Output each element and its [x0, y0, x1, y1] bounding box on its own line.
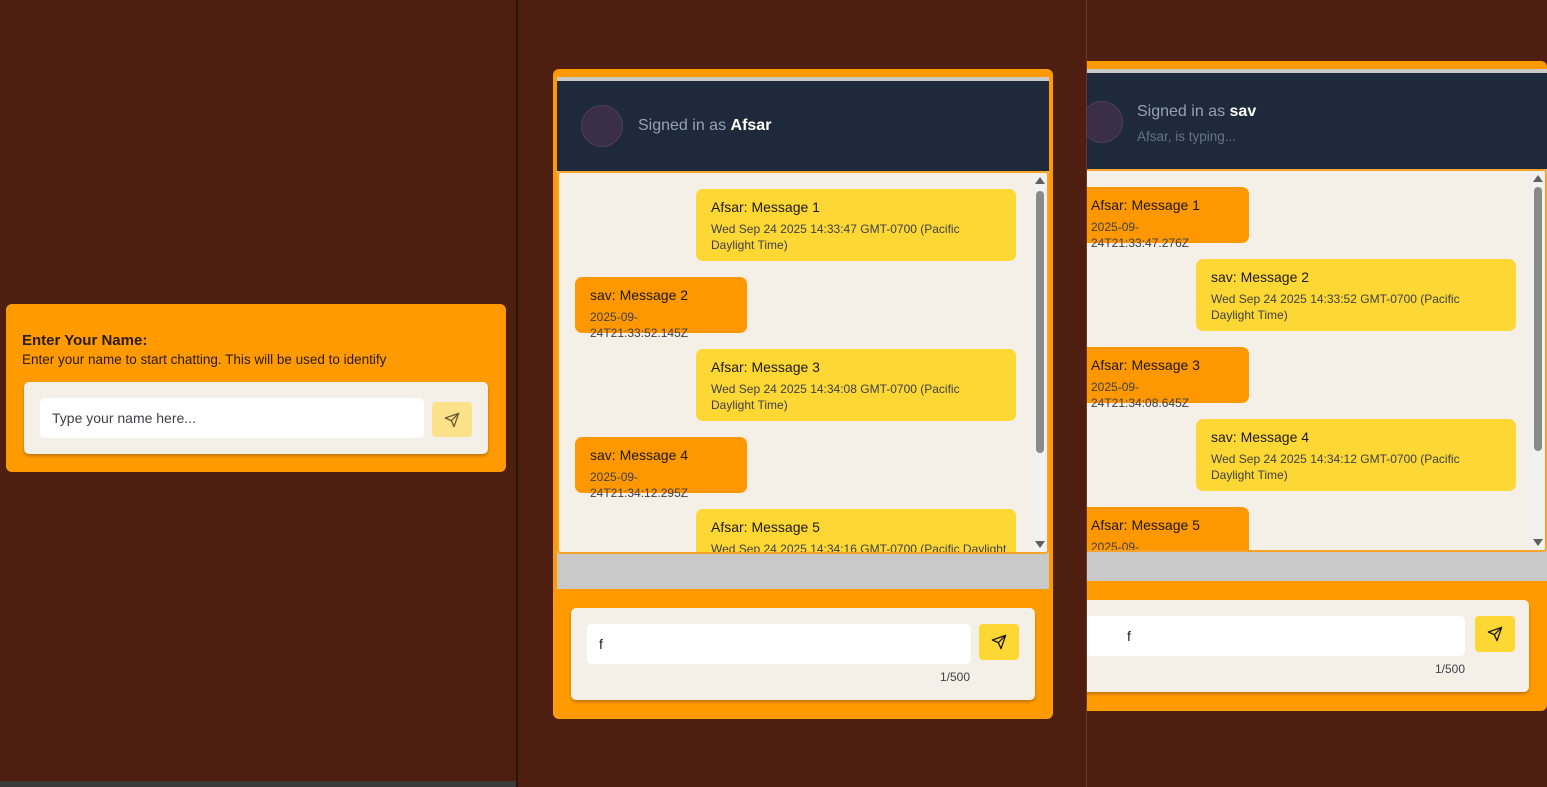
send-icon [444, 412, 460, 427]
scrollbar[interactable] [1033, 173, 1047, 552]
send-icon [991, 634, 1007, 650]
chat-pane-sav: Signed in as sav Afsar, is typing... Afs… [1087, 0, 1547, 787]
message-list[interactable]: Afsar: Message 1 Wed Sep 24 2025 14:33:4… [557, 171, 1049, 554]
message-bubble: Afsar: Message 1 2025-09-24T21:33:47.276… [1087, 187, 1249, 250]
username: sav [1229, 103, 1257, 120]
name-entry-description: Enter your name to start chatting. This … [22, 352, 387, 367]
message-bubble: Afsar: Message 5 2025-09-24T21:34:16.440… [1087, 507, 1249, 550]
send-icon [1487, 626, 1503, 642]
username: Afsar [730, 117, 772, 134]
message-bubble: sav: Message 4 Wed Sep 24 2025 14:34:12 … [1196, 419, 1516, 491]
message-bubble: Afsar: Message 1 Wed Sep 24 2025 14:33:4… [696, 189, 1016, 261]
char-counter: 1/500 [940, 670, 971, 684]
send-button[interactable] [1475, 616, 1515, 652]
chat-header: Signed in as sav Afsar, is typing... [1087, 73, 1547, 169]
name-input[interactable] [40, 398, 424, 438]
message-bubble: Afsar: Message 3 2025-09-24T21:34:08.645… [1087, 347, 1249, 410]
message-bubble: sav: Message 2 Wed Sep 24 2025 14:33:52 … [1196, 259, 1516, 331]
message-bubble: Afsar: Message 5 Wed Sep 24 2025 14:34:1… [696, 509, 1016, 552]
typing-indicator: Afsar, is typing... [1137, 129, 1237, 144]
scroll-down-arrow[interactable] [1533, 539, 1543, 546]
taskbar-edge [0, 781, 516, 787]
message-input[interactable]: f [1087, 616, 1465, 656]
send-button[interactable] [979, 624, 1019, 660]
chat-card: Signed in as sav Afsar, is typing... Afs… [1087, 61, 1547, 711]
name-entry-pane: Enter Your Name: Enter your name to star… [0, 0, 516, 787]
scroll-down-arrow[interactable] [1035, 541, 1045, 548]
chat-pane-afsar: Signed in as Afsar Afsar: Message 1 Wed … [518, 0, 1086, 787]
scroll-thumb[interactable] [1534, 187, 1542, 451]
message-bubble: Afsar: Message 3 Wed Sep 24 2025 14:34:0… [696, 349, 1016, 421]
name-submit-button[interactable] [432, 402, 472, 437]
scrollbar[interactable] [1531, 171, 1545, 550]
scroll-up-arrow[interactable] [1035, 177, 1045, 184]
signed-in-label: Signed in as Afsar [638, 117, 772, 134]
message-composer: f 1/500 [1087, 600, 1529, 692]
chat-body: Signed in as sav Afsar, is typing... Afs… [1087, 69, 1547, 581]
chat-card: Signed in as Afsar Afsar: Message 1 Wed … [553, 69, 1053, 719]
chat-body: Signed in as Afsar Afsar: Message 1 Wed … [557, 77, 1049, 589]
scroll-up-arrow[interactable] [1533, 175, 1543, 182]
message-input[interactable]: f [587, 624, 971, 664]
scroll-thumb[interactable] [1036, 191, 1044, 453]
message-bubble: sav: Message 2 2025-09-24T21:33:52.145Z [575, 277, 747, 340]
char-counter: 1/500 [1435, 662, 1466, 676]
name-entry-card: Enter Your Name: Enter your name to star… [6, 304, 506, 472]
avatar [1087, 101, 1123, 143]
name-entry-title: Enter Your Name: [22, 332, 148, 349]
chat-header: Signed in as Afsar [557, 81, 1049, 171]
signed-in-label: Signed in as sav [1137, 103, 1257, 120]
message-list[interactable]: Afsar: Message 1 2025-09-24T21:33:47.276… [1087, 169, 1547, 552]
avatar [581, 105, 623, 147]
message-composer: f 1/500 [571, 608, 1035, 700]
message-bubble: sav: Message 4 2025-09-24T21:34:12.295Z [575, 437, 747, 500]
name-entry-row [24, 382, 488, 454]
